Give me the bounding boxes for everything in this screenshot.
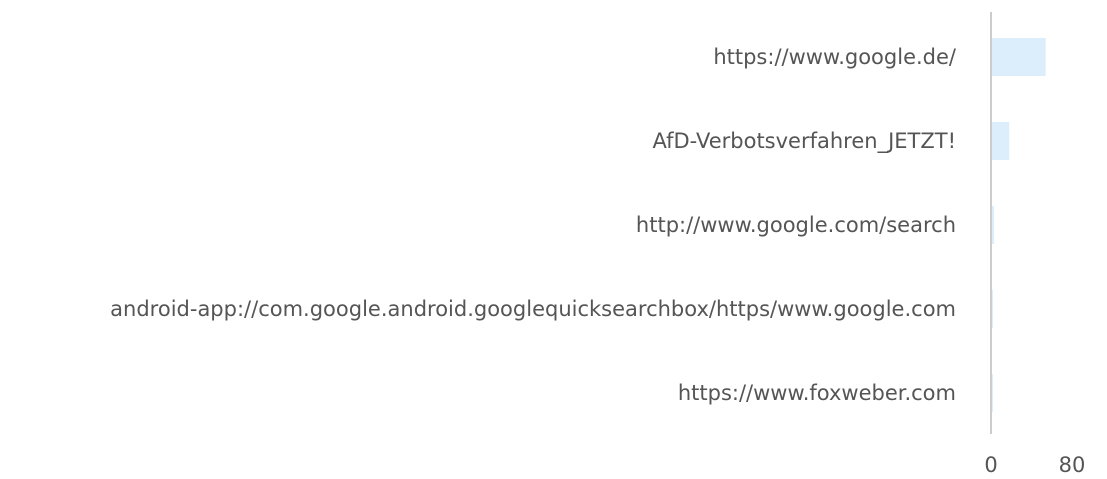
category-label-0: https://www.google.de/: [713, 45, 957, 69]
category-label-3: android-app://com.google.android.googleq…: [110, 297, 956, 321]
bar-0: [992, 38, 1046, 76]
bar-1: [992, 122, 1010, 160]
category-label-1: AfD-Verbotsverfahren_JETZT!: [652, 129, 956, 154]
bar-4: [992, 374, 994, 412]
bars-group: [992, 38, 1046, 412]
chart-container: https://www.google.de/AfD-Verbotsverfahr…: [0, 0, 1107, 479]
category-label-2: http://www.google.com/search: [636, 213, 956, 237]
bar-3: [992, 290, 994, 328]
bar-chart: https://www.google.de/AfD-Verbotsverfahr…: [110, 12, 1085, 477]
x-tick-labels-group: 0 80: [984, 453, 1085, 477]
category-labels-group: https://www.google.de/AfD-Verbotsverfahr…: [110, 45, 957, 405]
bar-2: [992, 206, 995, 244]
category-label-4: https://www.foxweber.com: [678, 381, 956, 405]
x-tick-label-0: 0: [984, 453, 997, 477]
x-tick-label-1: 80: [1059, 453, 1086, 477]
